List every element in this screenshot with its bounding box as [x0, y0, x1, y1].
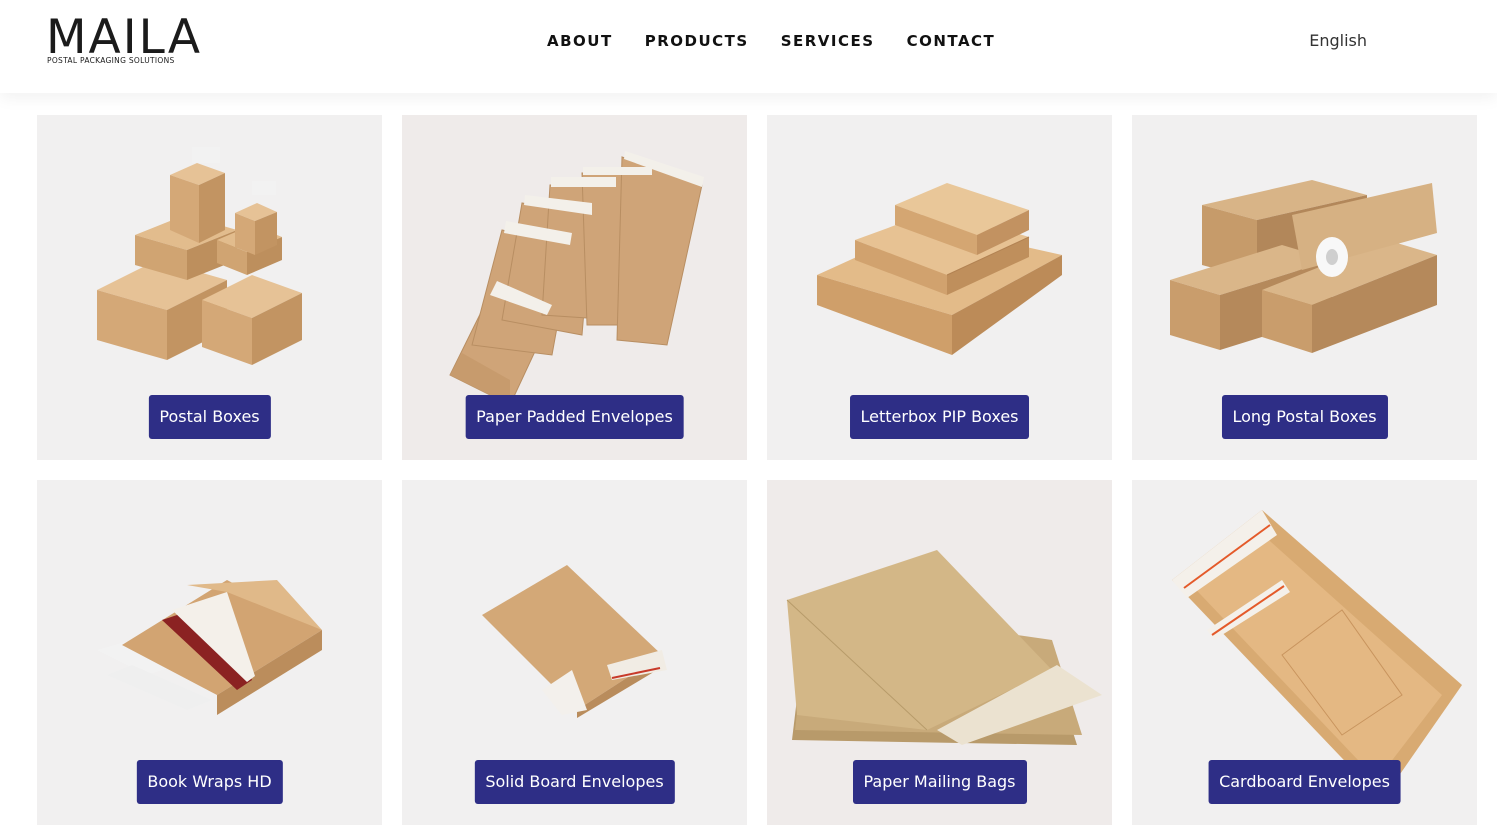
product-tile-book-wraps-hd[interactable]: Book Wraps HD [37, 480, 382, 825]
nav-about[interactable]: ABOUT [547, 31, 613, 51]
product-tile-paper-padded-envelopes[interactable]: Paper Padded Envelopes [402, 115, 747, 460]
product-tile-cardboard-envelopes[interactable]: Cardboard Envelopes [1132, 480, 1477, 825]
book-wraps-hd-button[interactable]: Book Wraps HD [136, 760, 283, 804]
paper-mailing-bags-button[interactable]: Paper Mailing Bags [852, 760, 1027, 804]
nav-services[interactable]: SERVICES [781, 31, 875, 51]
site-header: MAILA POSTAL PACKAGING SOLUTIONS ABOUT P… [0, 0, 1497, 93]
nav-contact[interactable]: CONTACT [907, 31, 996, 51]
nav-products[interactable]: PRODUCTS [645, 31, 749, 51]
paper-padded-envelopes-button[interactable]: Paper Padded Envelopes [465, 395, 684, 439]
product-tile-letterbox-pip-boxes[interactable]: Letterbox PIP Boxes [767, 115, 1112, 460]
solid-board-envelopes-button[interactable]: Solid Board Envelopes [474, 760, 675, 804]
product-tile-paper-mailing-bags[interactable]: Paper Mailing Bags [767, 480, 1112, 825]
product-tile-solid-board-envelopes[interactable]: Solid Board Envelopes [402, 480, 747, 825]
logo-wordmark: MAILA [46, 10, 202, 65]
postal-boxes-button[interactable]: Postal Boxes [148, 395, 271, 439]
letterbox-pip-boxes-button[interactable]: Letterbox PIP Boxes [849, 395, 1030, 439]
brand-logo[interactable]: MAILA POSTAL PACKAGING SOLUTIONS [46, 14, 236, 70]
language-selector[interactable]: English [1309, 31, 1367, 51]
product-grid: Postal Boxes Paper Padded Envelopes Lett… [37, 115, 1477, 835]
product-tile-postal-boxes[interactable]: Postal Boxes [37, 115, 382, 460]
product-tile-long-postal-boxes[interactable]: Long Postal Boxes [1132, 115, 1477, 460]
logo-tagline: POSTAL PACKAGING SOLUTIONS [47, 56, 175, 65]
long-postal-boxes-button[interactable]: Long Postal Boxes [1221, 395, 1388, 439]
cardboard-envelopes-button[interactable]: Cardboard Envelopes [1208, 760, 1401, 804]
main-nav: ABOUT PRODUCTS SERVICES CONTACT [547, 31, 1027, 51]
